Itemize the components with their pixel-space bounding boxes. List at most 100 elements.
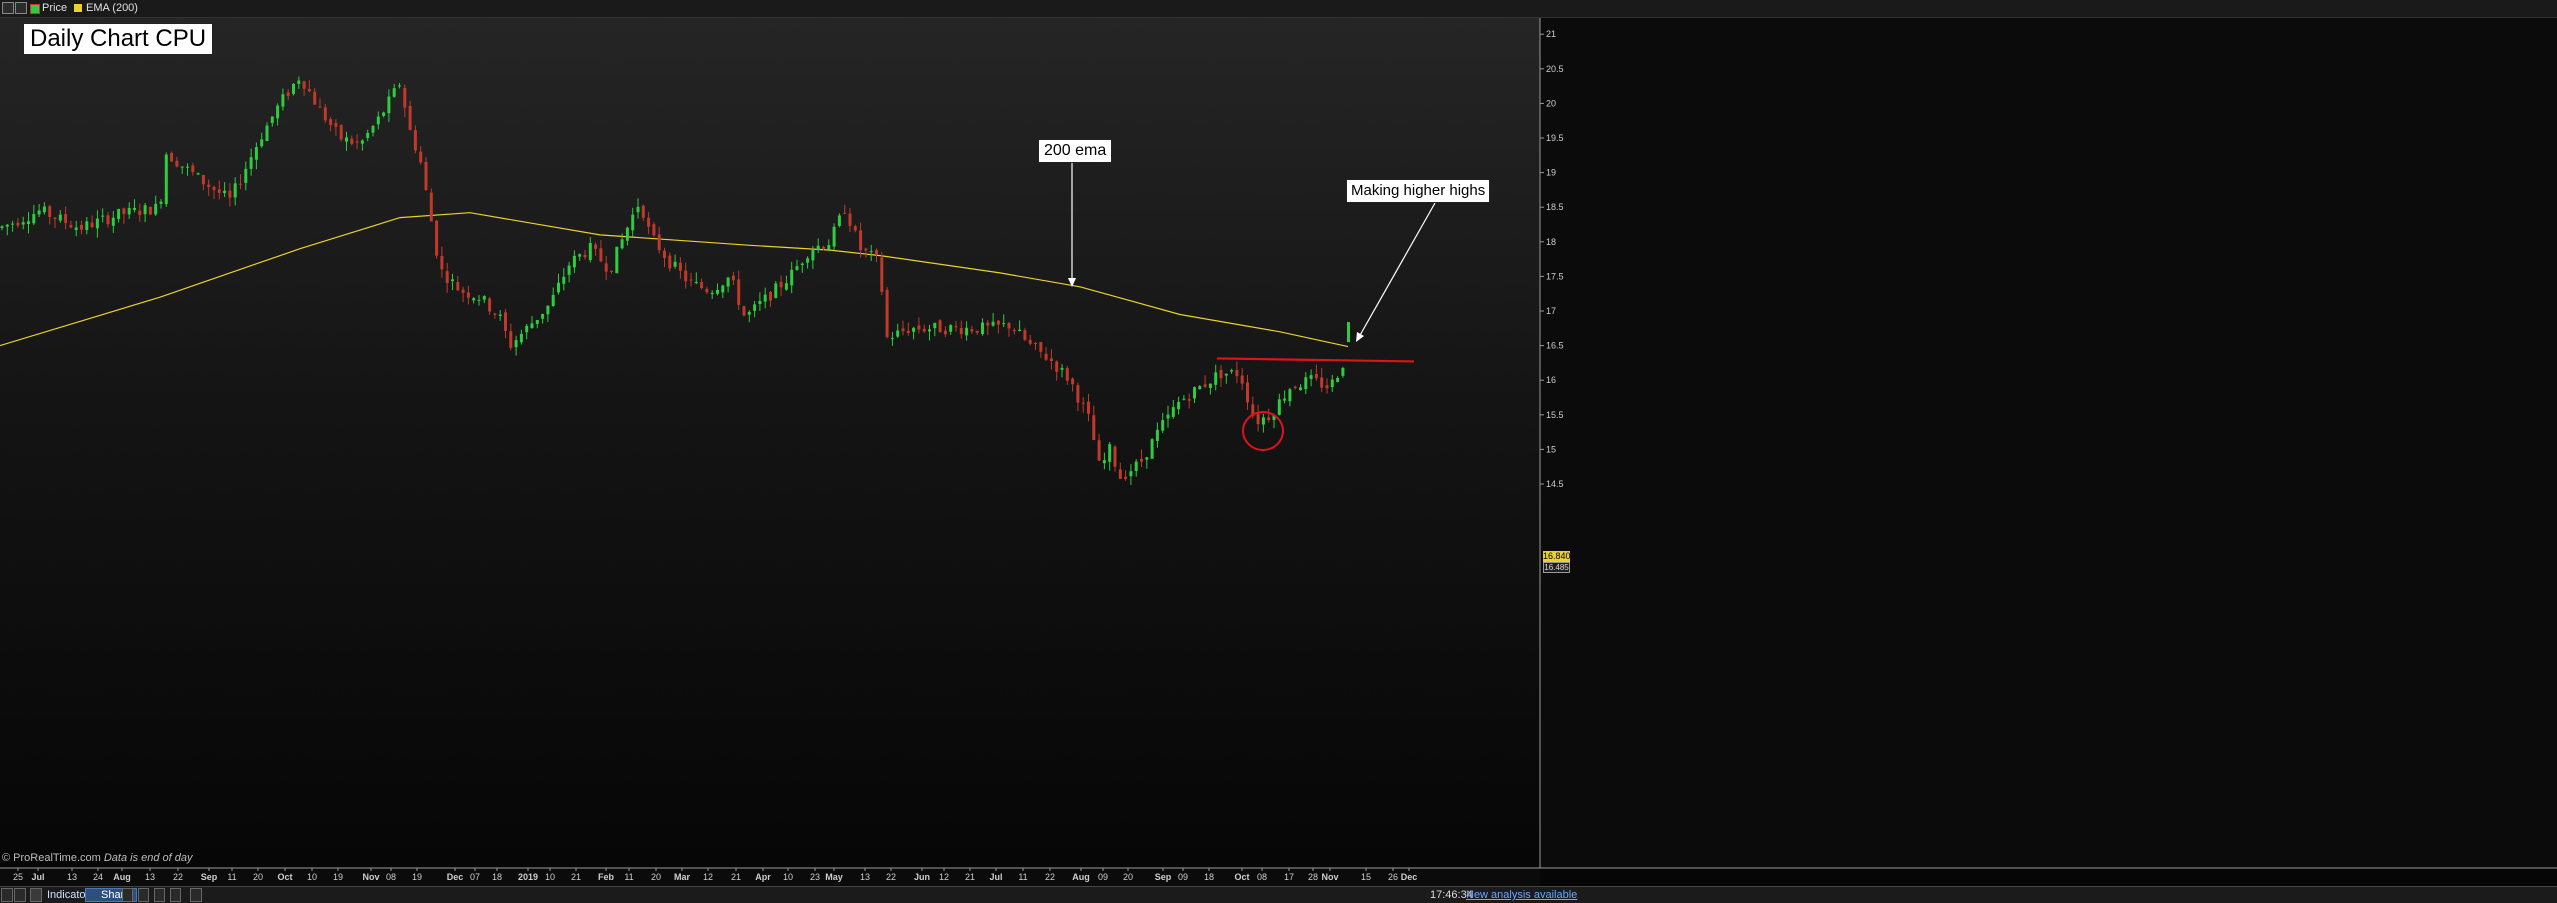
date-tick-label: 12	[703, 872, 713, 882]
candle-body	[578, 254, 582, 257]
candle-body	[1034, 343, 1037, 344]
candle-body	[133, 207, 136, 210]
price-tick-label: 16.5	[1546, 341, 1564, 351]
candle-body	[127, 207, 131, 215]
candle-body	[1097, 440, 1101, 461]
price-tick-label: 15.5	[1546, 410, 1564, 420]
date-tick-label: 11	[624, 872, 633, 882]
price-tick-label: 15	[1546, 444, 1556, 454]
candle-body	[1087, 401, 1090, 414]
candle-body	[21, 222, 25, 225]
candle-body	[938, 320, 942, 333]
candle-body	[339, 125, 343, 140]
legend-price[interactable]: Price	[42, 1, 67, 15]
candle-body	[806, 258, 810, 263]
candle-body	[461, 289, 465, 293]
candle-body	[1028, 339, 1032, 344]
zoom-icon[interactable]	[1, 888, 13, 902]
candle-body	[1288, 389, 1292, 402]
candle-body	[74, 227, 78, 230]
date-tick-label: 19	[333, 872, 343, 882]
candle-body	[604, 263, 608, 272]
candle-body	[1007, 323, 1011, 329]
candle-body	[1320, 377, 1324, 388]
candle-body	[1124, 476, 1128, 479]
candle-body	[694, 281, 698, 284]
date-tick-label: 12	[939, 872, 949, 882]
settings-icon[interactable]	[15, 2, 27, 14]
price-tick-label: 17.5	[1546, 271, 1564, 281]
candle-body	[530, 323, 534, 329]
candle-body	[721, 285, 725, 293]
date-tick-label: 21	[571, 872, 581, 882]
price-chart[interactable]: 14.5 15 15.5 16 16.5 17 17.5 18 18.5 19 19.5 20 20.5…	[0, 0, 2557, 902]
candle-body	[583, 254, 587, 258]
candle-body	[27, 221, 30, 224]
candle-body	[440, 256, 444, 270]
save-icon[interactable]	[138, 888, 149, 902]
candle-body	[673, 261, 677, 267]
candle-body	[80, 224, 83, 230]
candle-body	[1076, 385, 1080, 403]
candle-body	[11, 223, 15, 225]
candle-body	[758, 301, 762, 305]
candle-body	[535, 319, 539, 324]
candle-body	[753, 304, 757, 311]
candle-body	[557, 282, 560, 293]
candle-body	[445, 271, 449, 284]
candle-body	[164, 154, 168, 205]
candle-body	[1314, 373, 1318, 379]
candle-body	[1108, 444, 1112, 462]
higher-highs-callout-box: Making higher highs	[1346, 179, 1491, 203]
candle-body	[1049, 358, 1053, 361]
price-tick-label: 17	[1546, 306, 1556, 316]
candle-body	[1235, 370, 1239, 377]
export-icon[interactable]	[170, 888, 181, 902]
candle-body	[1219, 369, 1223, 379]
resistance-line[interactable]	[1216, 357, 1415, 363]
candle-body	[885, 289, 889, 337]
candle-body	[138, 210, 142, 215]
candle-body	[297, 80, 301, 84]
new-analysis-link[interactable]: New analysis available	[1466, 888, 1577, 902]
scroll-left-icon[interactable]	[190, 888, 202, 902]
candle-body	[922, 328, 926, 332]
candle-body	[1304, 377, 1308, 390]
date-tick-label: May	[825, 872, 843, 882]
candle-body	[345, 137, 348, 142]
indicators-icon[interactable]	[30, 888, 42, 902]
ema-200-line[interactable]	[0, 212, 1349, 348]
dropdown-arrow-icon[interactable]	[14, 888, 26, 902]
copy-icon[interactable]	[154, 888, 165, 902]
candle-body	[843, 212, 847, 214]
date-tick-label: Jul	[989, 872, 1002, 882]
legend-ema[interactable]: EMA (200)	[86, 1, 138, 15]
date-tick-label: 10	[783, 872, 793, 882]
candle-body	[822, 246, 825, 249]
ema-callout-text: 200 ema	[1044, 142, 1107, 159]
candle-body	[249, 157, 253, 169]
candle-body	[159, 201, 163, 204]
candle-body	[148, 207, 152, 215]
print-icon[interactable]	[122, 888, 133, 902]
close-chart-icon[interactable]	[2, 2, 14, 14]
candle-body	[943, 330, 947, 335]
price-axis[interactable]	[1540, 17, 2557, 868]
candle-body	[493, 313, 497, 315]
date-tick-label: 22	[886, 872, 896, 882]
candle-body	[350, 138, 354, 144]
candle-body	[1018, 329, 1022, 332]
candle-body	[90, 222, 94, 228]
candle-body	[615, 246, 619, 274]
candle-body	[424, 161, 428, 190]
candle-body	[276, 105, 280, 119]
candle-body	[731, 275, 735, 281]
candle-body	[954, 326, 958, 328]
candle-body	[180, 166, 184, 168]
candle-body	[800, 263, 804, 265]
candle-body	[1155, 429, 1159, 441]
candle-body	[1129, 471, 1133, 477]
date-tick-label: Aug	[113, 872, 131, 882]
candle-body	[546, 305, 550, 315]
candle-body	[1145, 457, 1149, 460]
